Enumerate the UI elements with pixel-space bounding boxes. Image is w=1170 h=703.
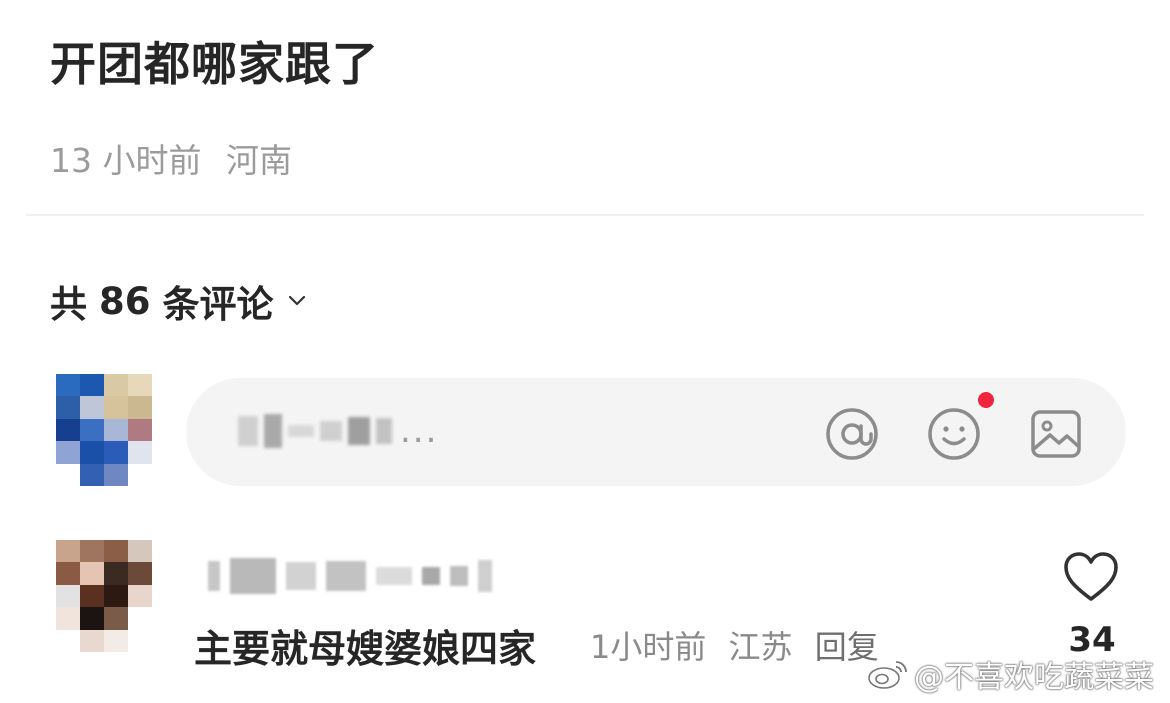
comment-location: 江苏	[728, 628, 793, 666]
placeholder-ellipsis: ...	[400, 411, 439, 451]
comment-composer[interactable]: ...	[186, 378, 1126, 486]
comment-meta: 1小时前 江苏 回复	[590, 622, 879, 668]
comment-count-number: 86	[99, 279, 151, 323]
comment-count-suffix: 条评论	[162, 283, 274, 326]
post-location: 河南	[225, 141, 292, 180]
weibo-logo-icon	[868, 661, 907, 689]
divider	[26, 214, 1144, 216]
commenter-avatar[interactable]	[56, 540, 152, 652]
commenter-name-redacted[interactable]	[208, 558, 492, 594]
emoji-notification-badge	[978, 392, 994, 408]
image-icon[interactable]	[1028, 406, 1084, 462]
post-title: 开团都哪家跟了	[50, 37, 379, 91]
post-meta: 13 小时前 河南	[50, 134, 292, 182]
comment-input[interactable]: ...	[238, 406, 658, 456]
chevron-down-icon	[288, 295, 305, 306]
comment-text: 主要就母嫂婆娘四家	[194, 627, 537, 671]
watermark-text: @不喜欢吃蔬菜菜	[914, 660, 1154, 695]
current-user-avatar[interactable]	[56, 374, 152, 486]
comment-count-toggle[interactable]: 共 86 条评论	[50, 274, 306, 328]
emoji-icon[interactable]	[926, 406, 982, 462]
watermark: @不喜欢吃蔬菜菜	[866, 652, 1154, 696]
post-time: 13 小时前	[50, 141, 202, 180]
comment-count-prefix: 共	[50, 283, 87, 326]
comment-time: 1小时前	[590, 628, 707, 666]
heart-icon[interactable]	[1062, 550, 1120, 604]
at-icon[interactable]	[824, 406, 880, 462]
placeholder-redacted	[238, 414, 392, 448]
